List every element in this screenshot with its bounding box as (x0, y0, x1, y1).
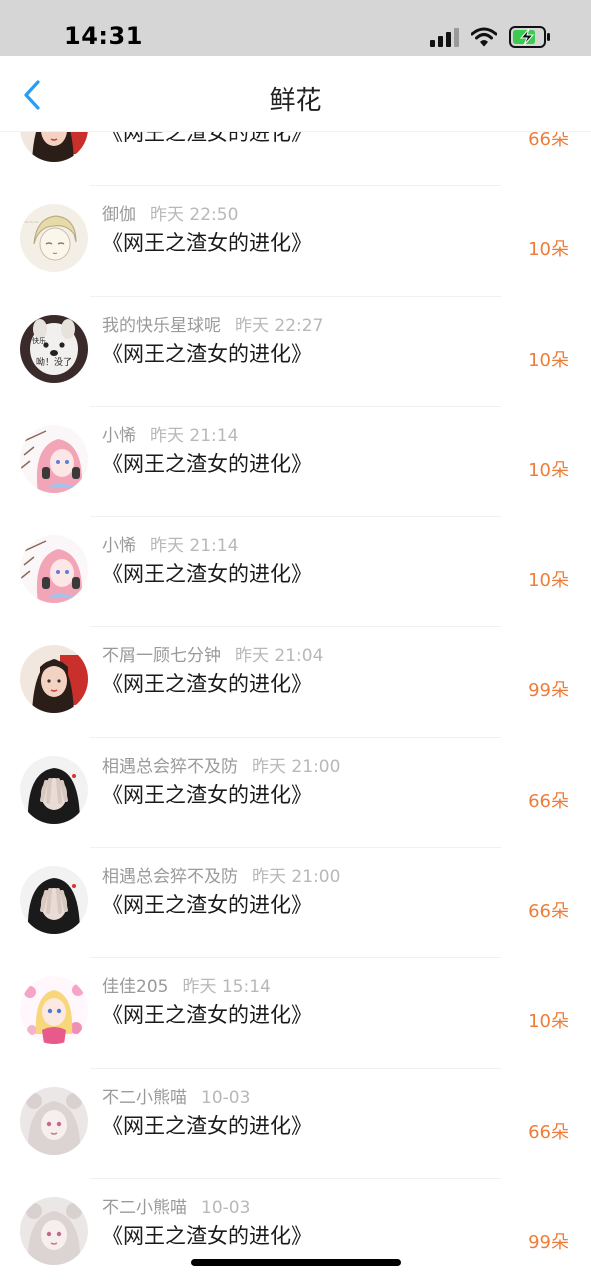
avatar[interactable] (20, 1086, 88, 1155)
book-title[interactable]: 《网王之渣女的进化》 (102, 338, 312, 368)
flower-count: 66朵 (528, 132, 569, 150)
sender-name[interactable]: 相遇总会猝不及防 (102, 757, 238, 777)
avatar[interactable]: 快乐 呦！没了 (20, 314, 88, 383)
avatar[interactable]: ~~~ (20, 204, 88, 273)
book-title[interactable]: 《网王之渣女的进化》 (102, 448, 312, 478)
send-time: 10-03 (201, 1197, 251, 1218)
avatar[interactable] (20, 1196, 88, 1265)
flower-count: 66朵 (528, 790, 569, 812)
send-time: 昨天 22:27 (235, 315, 324, 336)
send-time: 昨天 21:04 (235, 646, 324, 667)
wifi-icon (471, 27, 497, 47)
send-time: 昨天 21:14 (150, 536, 239, 557)
flower-count: 66朵 (528, 1121, 569, 1143)
flower-count: 99朵 (528, 680, 569, 702)
avatar[interactable] (20, 424, 88, 493)
sender-meta: 不屑一顾七分钟 昨天 21:04 (102, 641, 323, 666)
sender-name[interactable]: 不二小熊喵 (102, 1198, 187, 1218)
sender-name[interactable]: 御伽 (102, 205, 136, 225)
svg-text:~~~: ~~~ (24, 219, 39, 226)
flower-count: 10朵 (528, 459, 569, 481)
avatar[interactable] (20, 535, 88, 604)
sender-meta: 我的快乐星球呢 昨天 22:27 (102, 311, 323, 336)
sender-meta: 小悕 昨天 21:14 (102, 421, 238, 446)
battery-charging-icon (509, 26, 551, 48)
sender-name[interactable]: 相遇总会猝不及防 (102, 867, 238, 887)
flower-record-row[interactable]: 佳佳205 昨天 15:14 《网王之渣女的进化》 10朵 (0, 958, 591, 1069)
send-time: 昨天 21:00 (252, 867, 341, 888)
send-time: 10-03 (201, 1087, 251, 1108)
flower-record-row[interactable]: 相遇总会猝不及防 昨天 21:00 《网王之渣女的进化》 66朵 (0, 848, 591, 959)
book-title[interactable]: 《网王之渣女的进化》 (102, 889, 312, 919)
flower-record-row[interactable]: 相遇总会猝不及防 昨天 21:00 《网王之渣女的进化》 66朵 (0, 738, 591, 849)
svg-text:呦！没了: 呦！没了 (36, 356, 72, 368)
home-indicator[interactable] (191, 1259, 401, 1266)
sender-meta: 不二小熊喵 10-03 (102, 1193, 250, 1218)
sender-meta: 相遇总会猝不及防 昨天 21:00 (102, 752, 340, 777)
book-title[interactable]: 《网王之渣女的进化》 (102, 668, 312, 698)
flower-record-row[interactable]: 《网王之渣女的进化》 66朵 (0, 132, 591, 187)
flower-count: 10朵 (528, 349, 569, 371)
status-time: 14:31 (64, 22, 143, 50)
flower-record-row[interactable]: 快乐 呦！没了 我的快乐星球呢 昨天 22:27 《网王之渣女的进化》 10朵 (0, 297, 591, 407)
flower-record-row[interactable]: 不二小熊喵 10-03 《网王之渣女的进化》 66朵 (0, 1069, 591, 1179)
book-title[interactable]: 《网王之渣女的进化》 (102, 1110, 312, 1140)
avatar[interactable] (20, 132, 88, 162)
book-title[interactable]: 《网王之渣女的进化》 (102, 1220, 312, 1250)
flower-count: 66朵 (528, 901, 569, 923)
send-time: 昨天 22:50 (150, 205, 239, 226)
book-title[interactable]: 《网王之渣女的进化》 (102, 558, 312, 588)
sender-name[interactable]: 小悕 (102, 536, 136, 556)
book-title[interactable]: 《网王之渣女的进化》 (102, 779, 312, 809)
book-title[interactable]: 《网王之渣女的进化》 (102, 999, 312, 1029)
flower-record-row[interactable]: 小悕 昨天 21:14 《网王之渣女的进化》 10朵 (0, 407, 591, 518)
flower-record-row[interactable]: ~~~ 御伽 昨天 22:50 《网王之渣女的进化》 10朵 (0, 186, 591, 297)
sender-meta: 佳佳205 昨天 15:14 (102, 972, 271, 997)
sender-meta: 相遇总会猝不及防 昨天 21:00 (102, 862, 340, 887)
avatar[interactable] (20, 645, 88, 714)
flower-count: 10朵 (528, 1011, 569, 1033)
flower-count: 99朵 (528, 1231, 569, 1253)
sender-name[interactable]: 不二小熊喵 (102, 1088, 187, 1108)
status-bar: 14:31 (0, 0, 591, 56)
signal-icon (430, 27, 459, 47)
avatar[interactable] (20, 866, 88, 935)
send-time: 昨天 15:14 (182, 977, 271, 998)
sender-name[interactable]: 小悕 (102, 426, 136, 446)
book-title[interactable]: 《网王之渣女的进化》 (102, 227, 312, 257)
navigation-bar: 鲜花 (0, 56, 591, 132)
status-icons (430, 26, 551, 48)
sender-meta: 小悕 昨天 21:14 (102, 531, 238, 556)
flower-count: 10朵 (528, 239, 569, 261)
sender-name[interactable]: 佳佳205 (102, 977, 168, 997)
avatar[interactable] (20, 755, 88, 824)
flower-record-row[interactable]: 小悕 昨天 21:14 《网王之渣女的进化》 10朵 (0, 517, 591, 628)
send-time: 昨天 21:00 (252, 756, 341, 777)
flower-record-row[interactable]: 不屑一顾七分钟 昨天 21:04 《网王之渣女的进化》 99朵 (0, 627, 591, 738)
avatar[interactable] (20, 976, 88, 1045)
flower-list[interactable]: 《网王之渣女的进化》 66朵 ~~~ 御伽 昨天 22:50 《网王之渣女的进化》… (0, 132, 591, 1280)
sender-name[interactable]: 不屑一顾七分钟 (102, 646, 221, 666)
flower-count: 10朵 (528, 570, 569, 592)
sender-meta: 不二小熊喵 10-03 (102, 1083, 250, 1108)
send-time: 昨天 21:14 (150, 425, 239, 446)
svg-text:快乐: 快乐 (32, 336, 46, 345)
flower-list-content: 《网王之渣女的进化》 66朵 ~~~ 御伽 昨天 22:50 《网王之渣女的进化》… (0, 132, 591, 1280)
page-title: 鲜花 (269, 86, 322, 116)
book-title[interactable]: 《网王之渣女的进化》 (102, 132, 312, 147)
sender-meta: 御伽 昨天 22:50 (102, 200, 238, 225)
sender-name[interactable]: 我的快乐星球呢 (102, 316, 221, 336)
